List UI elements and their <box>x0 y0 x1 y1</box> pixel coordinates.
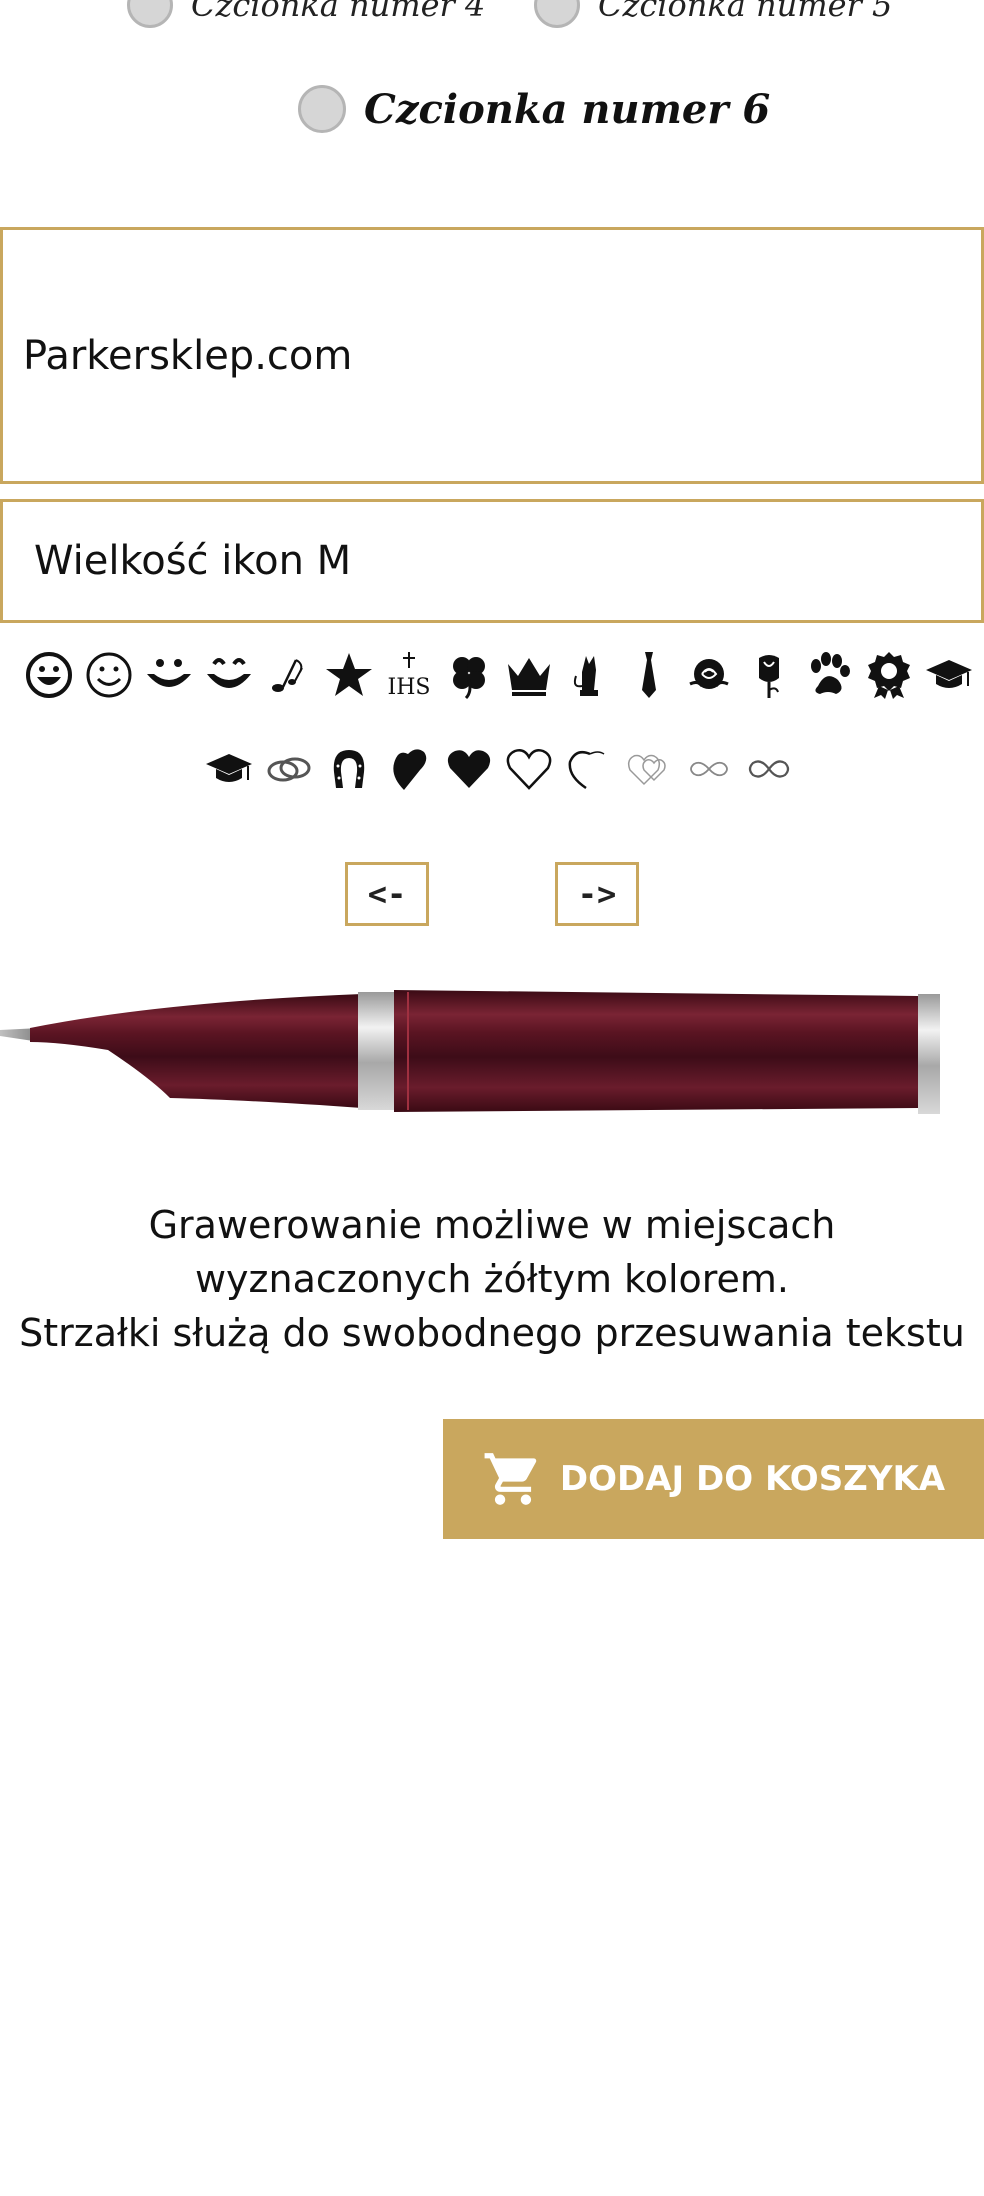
move-right-label: -> <box>577 875 617 913</box>
cat-icon[interactable] <box>561 647 617 703</box>
smile-mouth-icon[interactable] <box>141 647 197 703</box>
move-left-button[interactable]: <- <box>345 862 429 926</box>
star-icon[interactable] <box>321 647 377 703</box>
rose-bud-icon[interactable] <box>741 647 797 703</box>
move-left-label: <- <box>367 875 407 913</box>
rosette-icon[interactable] <box>861 647 917 703</box>
rose-icon[interactable] <box>681 647 737 703</box>
graduation-cap-icon[interactable] <box>921 647 977 703</box>
info-line: Strzałki służą do swobodnego przesuwania… <box>19 1311 965 1355</box>
grin-smiley-icon[interactable] <box>21 647 77 703</box>
font-option-label: Czcionka numer 5 <box>598 0 893 24</box>
ihs-cross-icon[interactable]: IHS <box>381 647 437 703</box>
four-leaf-clover-icon[interactable] <box>441 647 497 703</box>
wedding-rings-icon[interactable] <box>261 741 317 797</box>
infinity-icon[interactable] <box>741 741 797 797</box>
happy-mouth-icon[interactable] <box>201 647 257 703</box>
font-option-4[interactable]: Czcionka numer 4 <box>127 0 485 28</box>
music-notes-icon[interactable] <box>261 647 317 703</box>
info-line: wyznaczonych żółtym kolorem. <box>194 1257 790 1301</box>
tie-icon[interactable] <box>621 647 677 703</box>
add-to-cart-button[interactable]: DODAJ DO KOSZYKA <box>443 1419 984 1539</box>
pen-preview-image <box>0 990 940 1114</box>
font-option-label: Czcionka numer 6 <box>364 85 771 133</box>
icon-size-select[interactable]: Wielkość ikon M <box>0 499 984 623</box>
heart-swirl-icon[interactable] <box>561 741 617 797</box>
heart-filled-icon[interactable] <box>441 741 497 797</box>
move-right-button[interactable]: -> <box>555 862 639 926</box>
engraving-text-input[interactable]: Parkersklep.com <box>0 227 984 484</box>
add-to-cart-label: DODAJ DO KOSZYKA <box>559 1459 946 1499</box>
crown-icon[interactable] <box>501 647 557 703</box>
font-option-6[interactable]: Czcionka numer 6 <box>298 85 770 133</box>
engraving-info-text: Grawerowanie możliwe w miejscach wyznacz… <box>0 1198 984 1360</box>
shopping-cart-icon <box>482 1448 544 1510</box>
horseshoe-icon[interactable] <box>321 741 377 797</box>
double-heart-outline-icon[interactable] <box>621 741 677 797</box>
icon-size-label: Wielkość ikon M <box>34 538 352 584</box>
radio-circle[interactable] <box>534 0 580 28</box>
ihs-text: IHS <box>388 675 431 700</box>
font-option-5[interactable]: Czcionka numer 5 <box>534 0 892 28</box>
font-option-label: Czcionka numer 4 <box>191 0 486 24</box>
leaning-heart-icon[interactable] <box>381 741 437 797</box>
info-line: Grawerowanie możliwe w miejscach <box>148 1203 836 1247</box>
paw-icon[interactable] <box>801 647 857 703</box>
engraving-text-value: Parkersklep.com <box>23 332 353 379</box>
radio-circle[interactable] <box>127 0 173 28</box>
radio-circle[interactable] <box>298 85 346 133</box>
smiley-icon[interactable] <box>81 647 137 703</box>
heart-outline-icon[interactable] <box>501 741 557 797</box>
graduation-cap-icon[interactable] <box>201 741 257 797</box>
infinity-thin-icon[interactable] <box>681 741 737 797</box>
